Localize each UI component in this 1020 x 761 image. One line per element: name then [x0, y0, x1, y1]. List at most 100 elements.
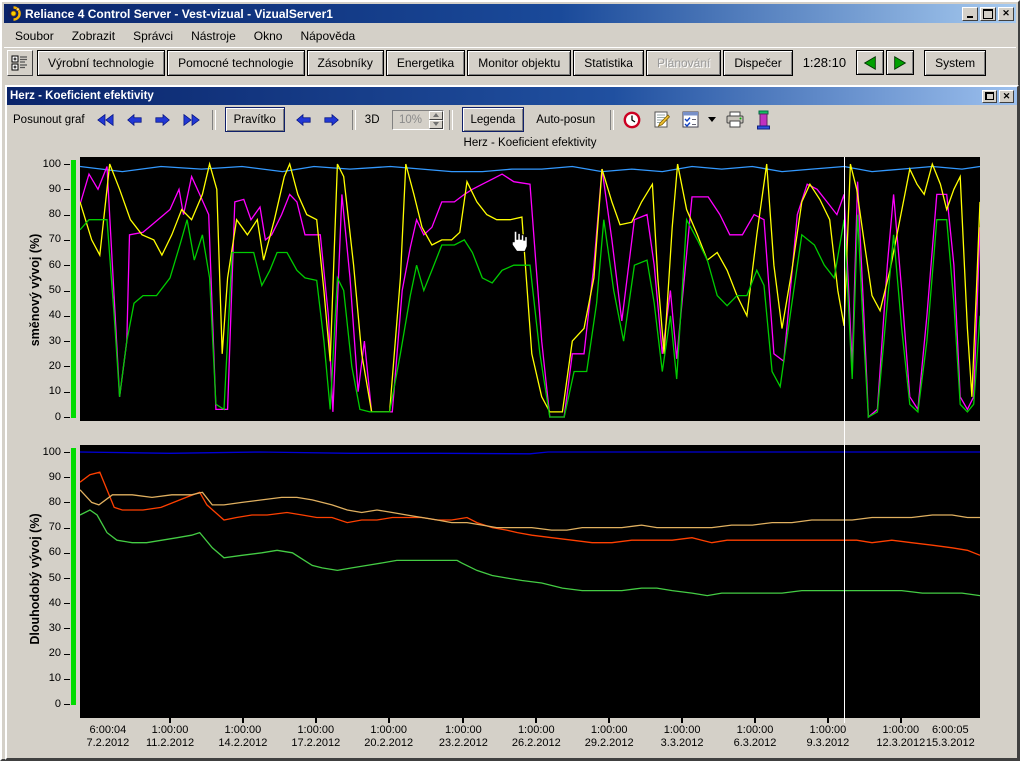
close-button[interactable]: ✕ [998, 6, 1014, 21]
spinner-up-button[interactable] [428, 110, 443, 120]
prev-page-button[interactable] [856, 50, 885, 75]
x-tick-label: 6:00:04 7.2.2012 [86, 724, 130, 749]
nav-button-pomocne-technologie[interactable]: Pomocné technologie [167, 49, 305, 76]
fast-backward-button[interactable] [91, 108, 119, 132]
depth-spinner-value: 10% [398, 113, 423, 126]
x-tick-mark [241, 718, 244, 723]
export-button[interactable] [648, 108, 674, 132]
y-tick-label: 70 [48, 233, 61, 246]
prev-green-arrow-icon [863, 55, 876, 70]
y-tick-mark [64, 653, 70, 655]
separator [351, 109, 356, 130]
ruler-step-back-button[interactable] [289, 108, 317, 132]
nav-button-dispecer[interactable]: Dispečer [723, 49, 793, 76]
x-tick-label: 1:00:00 23.2.2012 [438, 724, 488, 749]
threed-label[interactable]: 3D [365, 114, 380, 126]
chart-window-title: Herz - Koeficient efektivity [10, 90, 154, 102]
ruler-line[interactable] [844, 157, 845, 723]
tree-toggle-button[interactable] [7, 49, 33, 76]
x-tick-label: 1:00:00 17.2.2012 [291, 724, 341, 749]
y-tick-mark [64, 164, 70, 165]
y-tick-mark [64, 417, 70, 418]
x-tick-label: 1:00:00 20.2.2012 [364, 724, 414, 749]
y-tick-label: 60 [48, 546, 61, 559]
clock-icon [623, 111, 641, 128]
series-tan [80, 489, 980, 531]
top-chart-plot[interactable] [80, 157, 980, 421]
y-tick-mark [64, 704, 70, 705]
x-tick-mark [681, 718, 684, 723]
menu-item-nastroje[interactable]: Nástroje [182, 27, 245, 45]
nav-button-planovani: Plánování [645, 49, 722, 76]
hand-cursor-icon [511, 230, 528, 252]
series-select-button[interactable] [677, 108, 703, 132]
system-button[interactable]: System [924, 49, 987, 76]
print-icon [726, 111, 744, 127]
next-page-button[interactable] [886, 50, 915, 75]
y-tick-label: 30 [48, 334, 61, 347]
separator [211, 109, 216, 130]
y-tick-label: 90 [48, 182, 61, 195]
tree-toggle-icon [11, 55, 27, 70]
x-tick-mark [899, 718, 902, 723]
minimize-button[interactable] [962, 6, 978, 21]
menu-item-zobrazit[interactable]: Zobrazit [63, 27, 124, 45]
menu-item-okno[interactable]: Okno [245, 27, 292, 45]
y-tick-mark [64, 290, 70, 292]
maximize-button[interactable] [980, 6, 996, 21]
y-tick-label: 90 [48, 470, 61, 483]
dropdown-arrow-icon[interactable] [708, 117, 717, 122]
depth-spinner: 10% [391, 109, 444, 130]
close-view-button[interactable] [751, 108, 777, 132]
ruler-step-forward-button[interactable] [318, 108, 346, 132]
nav-toolbar: Výrobní technologie Pomocné technologie Zá… [4, 47, 1016, 77]
series-green [80, 509, 980, 597]
menu-item-spravci[interactable]: Správci [124, 27, 182, 45]
y-tick-mark [64, 578, 70, 579]
series-blue [80, 451, 980, 455]
y-tick-label: 0 [54, 697, 61, 710]
nav-button-monitor-objektu[interactable]: Monitor objektu [467, 49, 572, 76]
menu-item-napoveda[interactable]: Nápověda [291, 27, 364, 45]
step-forward-icon [155, 113, 170, 126]
y-tick-mark [64, 452, 70, 453]
chart-title: Herz - Koeficient efektivity [463, 137, 597, 149]
y-tick-mark [64, 603, 70, 605]
pan-label: Posunout graf [13, 113, 85, 126]
y-tick-label: 100 [42, 445, 61, 458]
legend-toggle-button[interactable]: Legenda [461, 107, 525, 132]
x-tick-mark [169, 718, 171, 723]
x-tick-label: 1:00:00 6.3.2012 [733, 724, 777, 749]
nav-buttons: Výrobní technologie Pomocné technologie Zá… [37, 49, 795, 76]
nav-button-energetika[interactable]: Energetika [385, 49, 466, 76]
y-tick-mark [64, 214, 70, 216]
window-title: Reliance 4 Control Server - Vest-vizual … [25, 6, 333, 21]
nav-button-zasobniky[interactable]: Zásobníky [306, 49, 384, 76]
spinner-down-button[interactable] [428, 119, 443, 129]
step-forward-button[interactable] [149, 108, 177, 132]
y-tick-label: 50 [48, 284, 61, 296]
restore-button[interactable] [982, 89, 997, 103]
next-green-arrow-icon [894, 55, 907, 70]
ruler-toggle-button[interactable]: Pravítko [224, 107, 285, 132]
menu-item-soubor[interactable]: Soubor [6, 27, 63, 45]
x-tick-label: 1:00:00 11.2.2012 [145, 724, 195, 749]
inner-close-button[interactable]: ✕ [999, 89, 1014, 103]
y-tick-mark [64, 678, 70, 680]
x-tick-mark [314, 718, 317, 723]
nav-button-statistika[interactable]: Statistika [573, 49, 644, 76]
autoscroll-button[interactable]: Auto-posun [528, 108, 603, 131]
y-tick-mark [64, 552, 70, 554]
x-tick-label: 1:00:00 14.2.2012 [218, 724, 268, 749]
y-tick-mark [64, 628, 70, 630]
print-button[interactable] [722, 108, 748, 132]
y-tick-mark [64, 366, 70, 368]
time-interval-button[interactable] [619, 108, 645, 132]
bottom-chart-plot[interactable] [80, 445, 980, 718]
y-tick-mark [64, 265, 70, 267]
y-tick-label: 80 [48, 495, 61, 508]
step-backward-button[interactable] [120, 108, 148, 132]
x-tick-label: 6:00:05 15.3.2012 [925, 724, 975, 749]
nav-button-vyrobni-technologie[interactable]: Výrobní technologie [37, 49, 166, 76]
fast-forward-button[interactable] [178, 108, 206, 132]
